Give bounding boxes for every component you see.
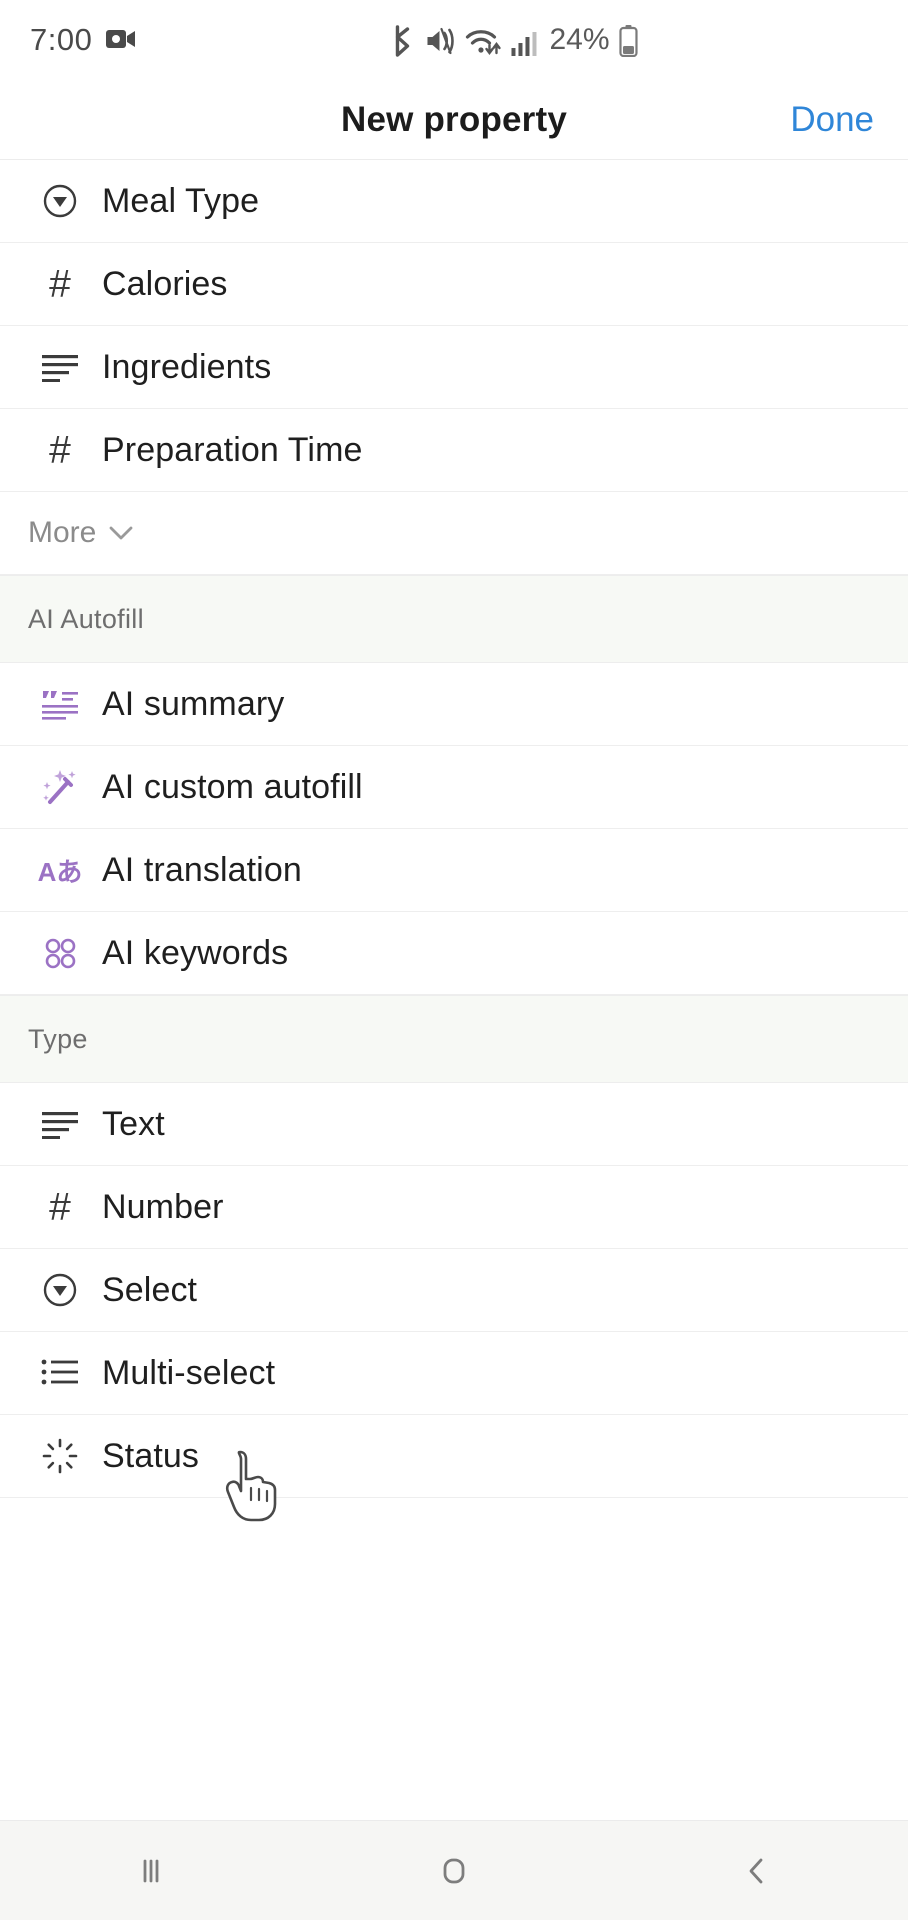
property-row-calories[interactable]: # Calories <box>0 243 908 326</box>
property-row-meal-type[interactable]: Meal Type <box>0 160 908 243</box>
text-lines-icon <box>30 352 90 382</box>
type-row-text[interactable]: Text <box>0 1083 908 1166</box>
magic-wand-sparkles-icon <box>30 768 90 806</box>
type-row-status[interactable]: Status <box>0 1415 908 1498</box>
cellular-signal-icon <box>510 29 538 57</box>
page-header: New property Done <box>0 80 908 160</box>
type-row-label: Select <box>102 1270 198 1309</box>
type-row-label: Status <box>102 1436 199 1475</box>
back-icon[interactable] <box>697 1851 817 1891</box>
status-bar-clock: 7:00 <box>30 22 93 57</box>
number-hash-icon: # <box>49 262 71 306</box>
page-title: New property <box>340 99 568 139</box>
section-title: AI Autofill <box>28 603 144 634</box>
status-bar-right: 24% <box>389 23 638 57</box>
select-circle-icon <box>30 182 90 220</box>
status-bar: 7:00 24% <box>0 0 908 80</box>
type-row-select[interactable]: Select <box>0 1249 908 1332</box>
wifi-icon <box>465 27 501 57</box>
chevron-down-icon <box>108 525 134 541</box>
ai-row-ai-summary[interactable]: AI summary <box>0 663 908 746</box>
android-nav-bar <box>0 1820 908 1920</box>
property-row-label: Calories <box>102 264 228 303</box>
property-row-label: Preparation Time <box>102 430 363 469</box>
video-camera-icon <box>106 22 136 58</box>
status-spinner-icon <box>30 1437 90 1475</box>
section-title: Type <box>28 1023 88 1054</box>
done-button[interactable]: Done <box>790 100 874 140</box>
select-circle-icon <box>30 1271 90 1309</box>
property-list[interactable]: Meal Type # Calories Ingredients # Prepa… <box>0 160 908 1820</box>
multi-select-list-icon <box>30 1358 90 1388</box>
ai-row-label: AI keywords <box>102 933 289 972</box>
number-hash-icon: # <box>49 428 71 472</box>
number-hash-icon: # <box>49 1185 71 1229</box>
ai-row-ai-custom-autofill[interactable]: AI custom autofill <box>0 746 908 829</box>
ai-summary-quote-icon <box>30 688 90 720</box>
ai-keywords-dots-icon <box>30 935 90 971</box>
section-header-ai-autofill: AI Autofill <box>0 575 908 663</box>
property-row-label: Meal Type <box>102 181 260 220</box>
more-button[interactable]: More <box>0 492 908 575</box>
property-row-preparation-time[interactable]: # Preparation Time <box>0 409 908 492</box>
status-bar-left: 7:00 <box>30 22 136 58</box>
ai-row-label: AI summary <box>102 684 285 723</box>
home-icon[interactable] <box>394 1851 514 1891</box>
battery-percent-label: 24% <box>549 23 610 56</box>
property-row-ingredients[interactable]: Ingredients <box>0 326 908 409</box>
section-header-type: Type <box>0 995 908 1083</box>
battery-icon <box>619 25 639 57</box>
text-lines-icon <box>30 1109 90 1139</box>
translate-aa-glyph: Aあ <box>37 856 83 887</box>
type-row-number[interactable]: # Number <box>0 1166 908 1249</box>
ai-row-ai-keywords[interactable]: AI keywords <box>0 912 908 995</box>
recents-icon[interactable] <box>91 1851 211 1891</box>
mute-vibrate-icon <box>424 25 456 57</box>
translate-aa-icon: Aあ <box>30 852 90 889</box>
type-row-label: Multi-select <box>102 1353 276 1392</box>
ai-row-label: AI translation <box>102 850 302 889</box>
more-label: More <box>28 516 97 549</box>
ai-row-label: AI custom autofill <box>102 767 363 806</box>
property-row-label: Ingredients <box>102 347 272 386</box>
phone-screen: 7:00 24% New property Done Meal Type # C… <box>0 0 908 1920</box>
type-row-multi-select[interactable]: Multi-select <box>0 1332 908 1415</box>
bluetooth-icon <box>389 25 415 57</box>
ai-row-ai-translation[interactable]: Aあ AI translation <box>0 829 908 912</box>
type-row-label: Number <box>102 1187 224 1226</box>
type-row-label: Text <box>102 1104 165 1143</box>
